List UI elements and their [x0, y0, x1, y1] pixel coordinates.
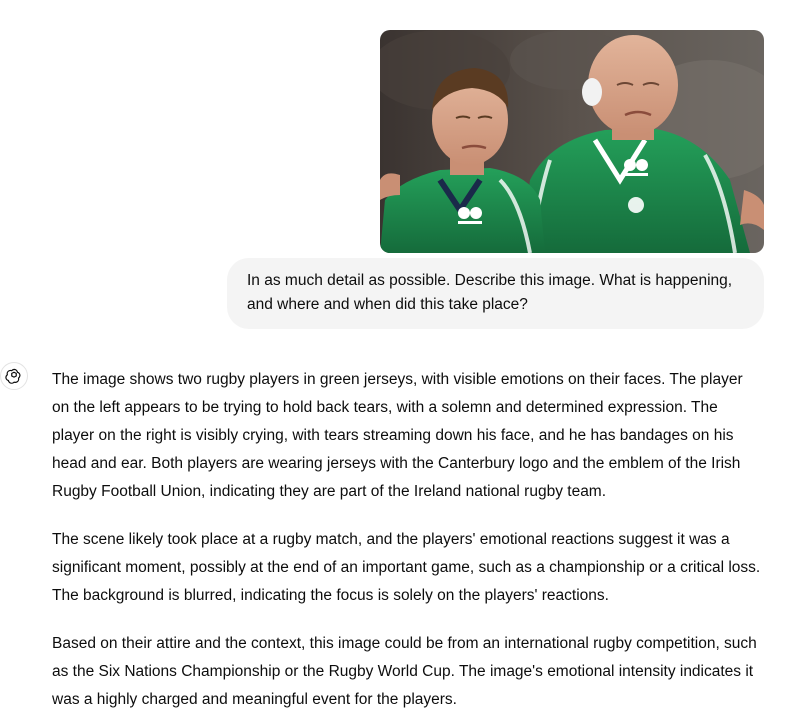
assistant-paragraph: The scene likely took place at a rugby m…: [52, 531, 761, 604]
assistant-paragraph: The image shows two rugby players in gre…: [52, 371, 743, 500]
assistant-message: The image shows two rugby players in gre…: [52, 366, 764, 714]
uploaded-image[interactable]: [380, 30, 764, 253]
user-message-bubble: In as much detail as possible. Describe …: [227, 258, 764, 329]
openai-logo-icon: [5, 368, 21, 384]
assistant-paragraph: Based on their attire and the context, t…: [52, 635, 757, 708]
rugby-players-photo: [380, 30, 764, 253]
user-message-text: In as much detail as possible. Describe …: [247, 272, 733, 313]
chat-page: In as much detail as possible. Describe …: [0, 0, 789, 717]
assistant-avatar: [0, 362, 28, 390]
